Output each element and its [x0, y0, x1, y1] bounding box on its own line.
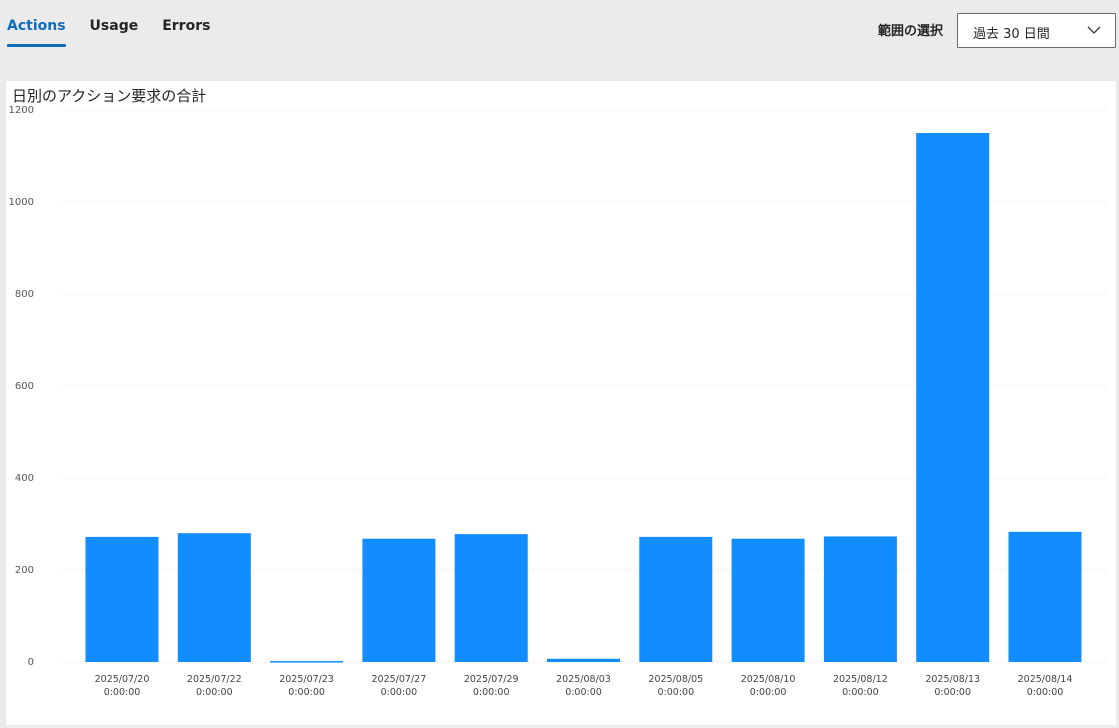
bar[interactable] — [85, 536, 159, 662]
x-tick-label: 2025/08/13 — [925, 674, 980, 685]
x-tick-label: 0:00:00 — [196, 687, 233, 698]
x-tick-label: 0:00:00 — [104, 687, 141, 698]
x-tick-label: 2025/08/10 — [741, 674, 796, 685]
x-tick-label: 0:00:00 — [565, 687, 602, 698]
chart-title: 日別のアクション要求の合計 — [12, 87, 207, 105]
bar[interactable] — [916, 133, 990, 662]
bar-chart: 0 200 400 600 800 1000 1200 2025/07/20 0:00:00 20… — [9, 105, 1106, 698]
x-tick-label: 0:00:00 — [381, 687, 418, 698]
bar[interactable] — [177, 533, 251, 662]
bar[interactable] — [547, 658, 620, 662]
chevron-down-icon — [1087, 26, 1101, 34]
x-tick-label: 2025/07/23 — [279, 674, 334, 685]
app-root: Actions Usage Errors 範囲の選択 過去 30 日間 0 200… — [0, 0, 1119, 728]
x-tick-label: 0:00:00 — [288, 687, 325, 698]
x-tick-label: 2025/07/22 — [187, 674, 242, 685]
chart-card: 0 200 400 600 800 1000 1200 2025/07/20 0:00:00 20… — [6, 81, 1116, 725]
x-tick-label: 0:00:00 — [657, 687, 694, 698]
x-tick-label: 2025/07/20 — [95, 674, 150, 685]
y-tick-label: 200 — [15, 565, 34, 576]
tab-errors[interactable]: Errors — [155, 0, 217, 47]
y-tick-label: 400 — [15, 473, 34, 484]
tab-bar: Actions Usage Errors — [0, 0, 227, 50]
x-tick-label: 2025/08/03 — [556, 674, 611, 685]
y-tick-label: 0 — [28, 657, 34, 668]
range-dropdown[interactable]: 過去 30 日間 — [957, 13, 1116, 48]
bar[interactable] — [362, 538, 436, 662]
bar[interactable] — [639, 536, 713, 662]
y-tick-label: 800 — [15, 289, 34, 300]
y-tick-label: 1000 — [9, 197, 34, 208]
tab-usage[interactable]: Usage — [83, 0, 146, 47]
x-tick-label: 2025/08/14 — [1018, 674, 1073, 685]
x-tick-label: 0:00:00 — [473, 687, 510, 698]
x-tick-label: 0:00:00 — [750, 687, 787, 698]
x-tick-label: 2025/07/29 — [464, 674, 519, 685]
range-selected-value: 過去 30 日間 — [973, 27, 1050, 42]
bar[interactable] — [823, 536, 897, 662]
x-tick-label: 0:00:00 — [934, 687, 971, 698]
bar[interactable] — [1008, 531, 1082, 662]
x-tick-label: 2025/07/27 — [372, 674, 427, 685]
bar[interactable] — [454, 534, 528, 662]
x-tick-label: 2025/08/12 — [833, 674, 888, 685]
x-tick-label: 2025/08/05 — [648, 674, 703, 685]
range-select-label: 範囲の選択 — [878, 24, 944, 39]
y-tick-label: 600 — [15, 381, 34, 392]
bar[interactable] — [731, 538, 805, 662]
y-tick-label: 1200 — [9, 105, 34, 116]
bar[interactable] — [270, 661, 344, 663]
tab-actions[interactable]: Actions — [0, 0, 73, 47]
x-tick-label: 0:00:00 — [842, 687, 879, 698]
x-tick-label: 0:00:00 — [1027, 687, 1064, 698]
